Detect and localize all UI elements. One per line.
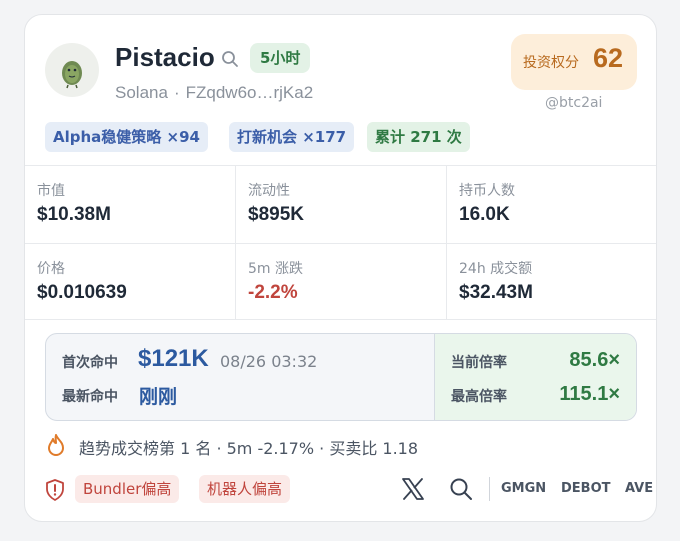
stat-label: 5m 涨跌	[248, 261, 303, 277]
fire-icon	[48, 434, 64, 456]
max-multiplier-label: 最高倍率	[451, 389, 507, 405]
stat-label: 市值	[37, 183, 65, 199]
stat-value: $0.010639	[37, 282, 127, 303]
token-address[interactable]: FZqdw6o…rjKa2	[186, 83, 314, 102]
score-label: 投资权分	[523, 55, 579, 71]
footer-divider	[489, 477, 490, 501]
token-card: Pistacio 5小时 Solana · FZqdw6o…rjKa2 投资权分 6…	[24, 14, 657, 522]
x-icon[interactable]	[401, 478, 425, 500]
search-icon[interactable]	[221, 50, 239, 68]
author-handle: @btc2ai	[545, 95, 603, 111]
chain-name: Solana	[115, 83, 168, 102]
age-badge: 5小时	[250, 43, 311, 73]
stat-liquidity: 流动性 $895K	[236, 166, 447, 243]
stat-label: 持币人数	[459, 183, 515, 199]
investment-score: 投资权分 62	[511, 34, 637, 90]
stats-grid: 市值 $10.38M 流动性 $895K 持币人数 16.0K 价格 $0.01…	[25, 165, 656, 320]
stat-label: 价格	[37, 261, 65, 277]
token-avatar	[45, 43, 99, 97]
stat-24h-volume: 24h 成交额 $32.43M	[447, 243, 656, 320]
current-multiplier-label: 当前倍率	[451, 355, 507, 371]
link-ave[interactable]: AVE	[625, 481, 653, 496]
search-icon[interactable]	[449, 477, 473, 501]
first-hit-amount: $121K	[138, 345, 209, 372]
current-multiplier-value: 85.6×	[569, 349, 620, 371]
first-hit-label: 首次命中	[62, 355, 118, 371]
tag-alpha-strategy: Alpha稳健策略 ×94	[45, 122, 208, 152]
tag-new-launch: 打新机会 ×177	[229, 122, 355, 152]
stat-value: 16.0K	[459, 204, 510, 225]
stat-label: 流动性	[248, 183, 290, 199]
link-gmgn[interactable]: GMGN	[501, 481, 546, 496]
max-multiplier-value: 115.1×	[559, 383, 620, 405]
stat-value: $10.38M	[37, 204, 111, 225]
hit-summary-box: 首次命中 $121K 08/26 03:32 最新命中 刚刚 当前倍率 85.6…	[45, 333, 637, 421]
separator: ·	[173, 83, 180, 102]
stat-holders: 持币人数 16.0K	[447, 166, 656, 243]
token-name: Pistacio	[115, 42, 215, 72]
score-value: 62	[593, 43, 624, 73]
shield-alert-icon	[46, 479, 64, 501]
link-debot[interactable]: DEBOT	[561, 481, 611, 496]
multiplier-panel: 当前倍率 85.6× 最高倍率 115.1×	[434, 334, 636, 420]
tag-total-count: 累计 271 次	[367, 122, 470, 152]
last-hit-value: 刚刚	[139, 386, 178, 408]
stat-price: 价格 $0.010639	[25, 243, 236, 320]
warning-bundler: Bundler偏高	[75, 475, 180, 503]
stat-market-cap: 市值 $10.38M	[25, 166, 236, 243]
stat-value: -2.2%	[248, 282, 298, 303]
stat-label: 24h 成交额	[459, 261, 533, 277]
trend-text: 趋势成交榜第 1 名 · 5m -2.17% · 买卖比 1.18	[79, 439, 419, 458]
warning-bot: 机器人偏高	[199, 475, 291, 503]
stat-value: $895K	[248, 204, 304, 225]
card-footer: Bundler偏高 机器人偏高 GMGN DEBOT AVE	[45, 475, 653, 505]
last-hit-label: 最新命中	[62, 389, 118, 405]
first-hit-time: 08/26 03:32	[220, 352, 318, 371]
chain-address-line: Solana · FZqdw6o…rjKa2	[115, 83, 313, 103]
stat-5m-change: 5m 涨跌 -2.2%	[236, 243, 447, 320]
avatar-icon	[62, 61, 82, 89]
stat-value: $32.43M	[459, 282, 533, 303]
